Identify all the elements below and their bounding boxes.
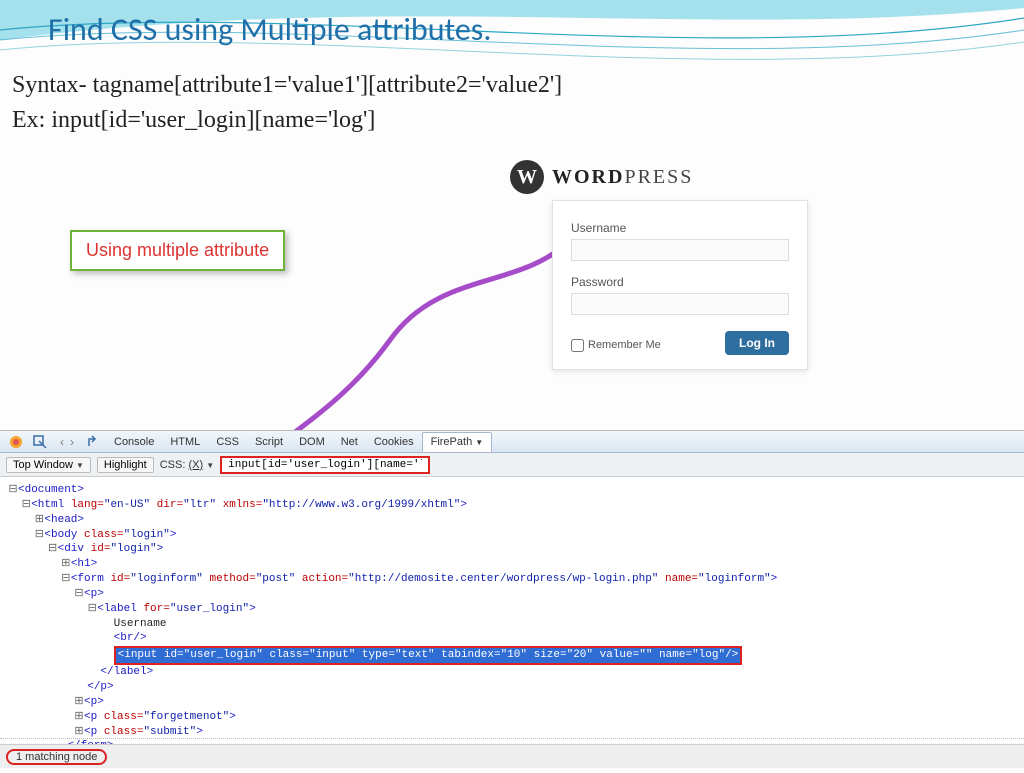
devtools-statusbar: 1 matching node <box>0 744 1024 768</box>
devtools-toolbar: Top Window ▼ Highlight CSS: (X) ▼ <box>0 453 1024 477</box>
inspect-icon[interactable] <box>32 434 48 450</box>
tab-script[interactable]: Script <box>247 433 291 451</box>
firebug-icon[interactable] <box>8 434 24 450</box>
wordpress-mark-icon: W <box>510 160 544 194</box>
css-mode-label: CSS: (X) ▼ <box>160 459 214 471</box>
devtools-tabbar: ‹ › Console HTML CSS Script DOM Net Cook… <box>0 431 1024 453</box>
username-input[interactable] <box>571 239 789 261</box>
selector-input[interactable] <box>220 456 430 474</box>
tab-css[interactable]: CSS <box>208 433 247 451</box>
tab-cookies[interactable]: Cookies <box>366 433 422 451</box>
chevron-down-icon: ▼ <box>76 461 84 470</box>
callout-box: Using multiple attribute <box>70 230 285 271</box>
username-label: Username <box>571 221 789 235</box>
stepout-icon[interactable] <box>86 434 102 450</box>
matching-node-badge: 1 matching node <box>6 749 107 765</box>
chevron-down-icon[interactable]: ▼ <box>206 461 214 470</box>
nav-back-icon[interactable]: ‹ <box>58 435 66 449</box>
top-window-button[interactable]: Top Window ▼ <box>6 457 91 473</box>
dotted-rule <box>0 738 1024 739</box>
tab-html[interactable]: HTML <box>162 433 208 451</box>
login-button[interactable]: Log In <box>725 331 789 355</box>
highlight-button[interactable]: Highlight <box>97 457 154 473</box>
example-line: Ex: input[id='user_login][name='log'] <box>12 103 1012 138</box>
chevron-down-icon: ▼ <box>475 438 483 447</box>
password-label: Password <box>571 275 789 289</box>
remember-checkbox[interactable] <box>571 339 584 352</box>
tab-firepath[interactable]: FirePath▼ <box>422 432 493 452</box>
wordpress-wordmark: WORDPRESS <box>552 166 693 189</box>
wp-login-card: Username Password Remember Me Log In <box>552 200 808 370</box>
nav-forward-icon[interactable]: › <box>68 435 76 449</box>
wordpress-logo: W WORDPRESS <box>510 160 693 194</box>
devtools-panel: ‹ › Console HTML CSS Script DOM Net Cook… <box>0 430 1024 740</box>
tab-net[interactable]: Net <box>333 433 366 451</box>
tab-console[interactable]: Console <box>106 433 162 451</box>
remember-me[interactable]: Remember Me <box>571 339 661 352</box>
tab-dom[interactable]: DOM <box>291 433 333 451</box>
password-input[interactable] <box>571 293 789 315</box>
highlighted-input-row[interactable]: <input id="user_login" class="input" typ… <box>8 646 1020 665</box>
slide-title: Find CSS using Multiple attributes. <box>0 0 1024 60</box>
dom-tree[interactable]: ⊟<document> ⊟<html lang="en-US" dir="ltr… <box>0 477 1024 773</box>
syntax-line: Syntax- tagname[attribute1='value1'][att… <box>12 68 1012 103</box>
callout-text: Using multiple attribute <box>86 240 269 260</box>
remember-label: Remember Me <box>588 339 661 351</box>
devtools-nav: ‹ › <box>52 435 82 449</box>
